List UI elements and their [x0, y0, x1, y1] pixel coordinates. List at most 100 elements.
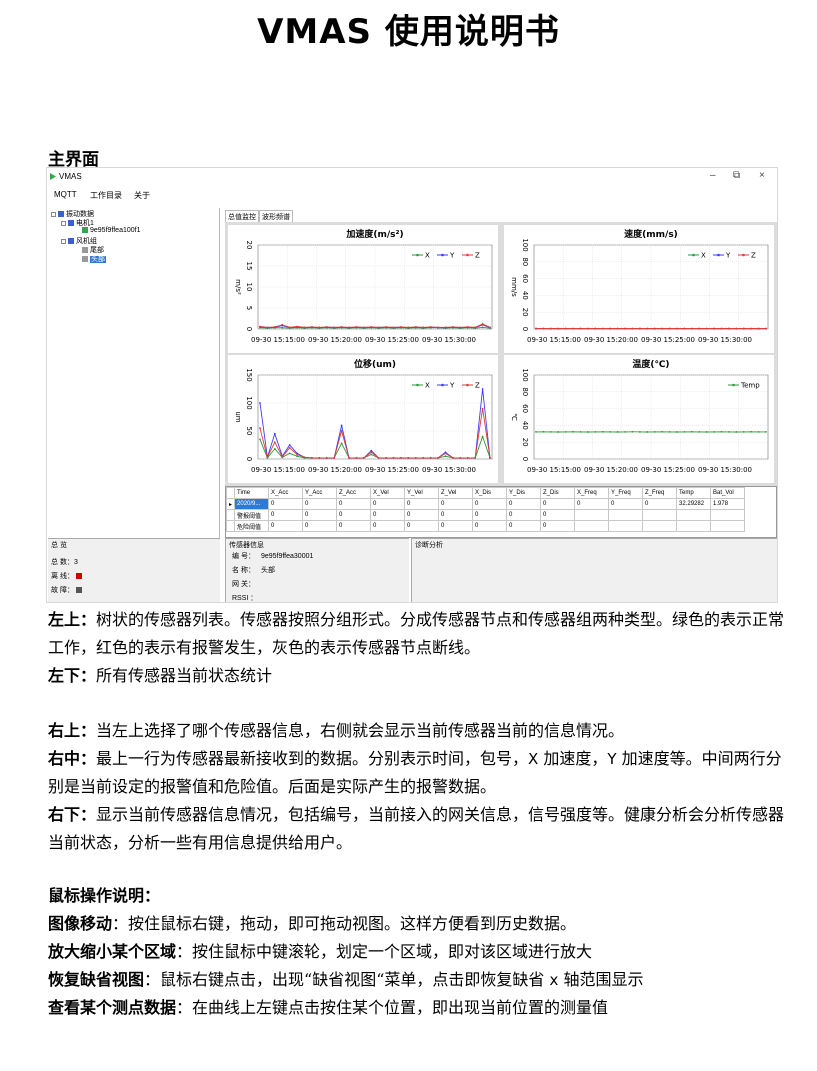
- data-point[interactable]: [266, 326, 269, 329]
- table-cell[interactable]: 0: [608, 498, 644, 510]
- data-point[interactable]: [407, 456, 410, 459]
- data-point[interactable]: [661, 327, 664, 330]
- data-point[interactable]: [765, 430, 767, 433]
- table-cell[interactable]: 0: [302, 498, 338, 510]
- data-point[interactable]: [609, 430, 612, 433]
- data-point[interactable]: [572, 327, 574, 330]
- data-point[interactable]: [318, 326, 321, 329]
- table-cell[interactable]: [676, 520, 712, 532]
- collapse-icon[interactable]: [61, 220, 66, 226]
- data-point[interactable]: [713, 430, 715, 433]
- data-point[interactable]: [288, 446, 291, 449]
- data-point[interactable]: [377, 456, 380, 459]
- table-cell[interactable]: [574, 509, 610, 521]
- data-point[interactable]: [400, 326, 402, 328]
- table-row[interactable]: 危险阈值 0 0 0 0 0 0 0 0 0: [225, 520, 746, 532]
- table-cell[interactable]: [642, 520, 678, 532]
- data-point[interactable]: [437, 326, 439, 329]
- data-point[interactable]: [698, 430, 701, 433]
- data-point[interactable]: [340, 326, 343, 328]
- data-point[interactable]: [564, 430, 567, 433]
- table-cell[interactable]: 0: [404, 520, 440, 532]
- table-cell[interactable]: 0: [472, 498, 508, 510]
- data-point[interactable]: [676, 327, 678, 330]
- table-cell[interactable]: 0: [540, 498, 576, 510]
- data-point[interactable]: [422, 326, 425, 329]
- column-header[interactable]: Y_Dis: [506, 487, 542, 499]
- data-point[interactable]: [542, 430, 545, 433]
- data-point[interactable]: [385, 456, 388, 459]
- data-point[interactable]: [429, 326, 432, 328]
- data-point[interactable]: [720, 327, 723, 330]
- table-cell[interactable]: 0: [268, 498, 304, 510]
- data-point[interactable]: [311, 456, 313, 459]
- data-point[interactable]: [579, 430, 582, 433]
- data-point[interactable]: [325, 456, 328, 459]
- data-point[interactable]: [273, 441, 276, 444]
- data-point[interactable]: [750, 327, 753, 330]
- data-point[interactable]: [705, 431, 708, 433]
- data-point[interactable]: [661, 430, 664, 433]
- data-point[interactable]: [281, 326, 284, 329]
- data-point[interactable]: [638, 430, 641, 433]
- data-point[interactable]: [466, 326, 469, 328]
- table-cell[interactable]: 危险阈值: [234, 520, 270, 532]
- table-cell[interactable]: 0: [540, 520, 576, 532]
- data-point[interactable]: [542, 327, 545, 330]
- plot-velocity[interactable]: 速度(mm/s) 0 20 40 60 80 100 mm/s 09-30 15:15:00 09…: [504, 225, 774, 353]
- data-point[interactable]: [259, 402, 261, 404]
- data-point[interactable]: [303, 456, 306, 459]
- data-point[interactable]: [631, 327, 634, 330]
- data-point[interactable]: [579, 327, 582, 330]
- data-point[interactable]: [459, 326, 462, 329]
- data-point[interactable]: [429, 456, 432, 459]
- table-cell[interactable]: 0: [438, 520, 474, 532]
- table-cell[interactable]: [710, 520, 746, 532]
- data-point[interactable]: [273, 448, 276, 450]
- data-point[interactable]: [385, 326, 388, 328]
- data-point[interactable]: [370, 453, 373, 456]
- column-header[interactable]: Bat_Vol: [710, 487, 746, 499]
- data-point[interactable]: [444, 452, 447, 455]
- menu-work-directory[interactable]: 工作目录: [90, 190, 122, 201]
- data-point[interactable]: [362, 456, 365, 459]
- data-point[interactable]: [735, 431, 738, 433]
- collapse-icon[interactable]: [61, 238, 66, 244]
- table-cell[interactable]: 2020/9...: [234, 498, 270, 510]
- data-point[interactable]: [690, 430, 693, 433]
- data-point[interactable]: [728, 430, 730, 433]
- data-point[interactable]: [273, 432, 276, 435]
- data-point[interactable]: [757, 430, 760, 433]
- data-point[interactable]: [355, 326, 358, 328]
- data-point[interactable]: [288, 444, 291, 446]
- data-point[interactable]: [303, 326, 306, 329]
- data-point[interactable]: [392, 456, 395, 459]
- table-cell[interactable]: 0: [336, 509, 372, 521]
- data-point[interactable]: [311, 326, 313, 328]
- table-cell[interactable]: 0: [472, 520, 508, 532]
- data-point[interactable]: [557, 327, 560, 330]
- acceleration-chart[interactable]: 加速度(m/s²)05101520m/s²09-30 15:15:00 09-30…: [228, 225, 498, 353]
- table-cell[interactable]: 0: [268, 520, 304, 532]
- data-point[interactable]: [281, 455, 284, 458]
- data-point[interactable]: [370, 451, 373, 454]
- table-cell[interactable]: 0: [574, 498, 610, 510]
- data-point[interactable]: [377, 326, 380, 329]
- column-header[interactable]: Z_Vel: [438, 487, 474, 499]
- table-cell[interactable]: 0: [336, 520, 372, 532]
- menu-about[interactable]: 关于: [134, 190, 150, 201]
- data-point[interactable]: [296, 453, 298, 456]
- restore-button[interactable]: ⧉: [733, 170, 740, 181]
- table-cell[interactable]: 0: [438, 509, 474, 521]
- data-point[interactable]: [713, 327, 715, 330]
- data-point[interactable]: [564, 327, 567, 330]
- data-point[interactable]: [444, 455, 447, 458]
- table-cell[interactable]: 0: [370, 509, 406, 521]
- table-cell[interactable]: 0: [506, 498, 542, 510]
- data-point[interactable]: [668, 430, 671, 433]
- data-point[interactable]: [489, 456, 491, 459]
- data-point[interactable]: [624, 327, 626, 330]
- data-point[interactable]: [601, 327, 604, 330]
- data-point[interactable]: [676, 431, 678, 433]
- data-point[interactable]: [370, 326, 373, 328]
